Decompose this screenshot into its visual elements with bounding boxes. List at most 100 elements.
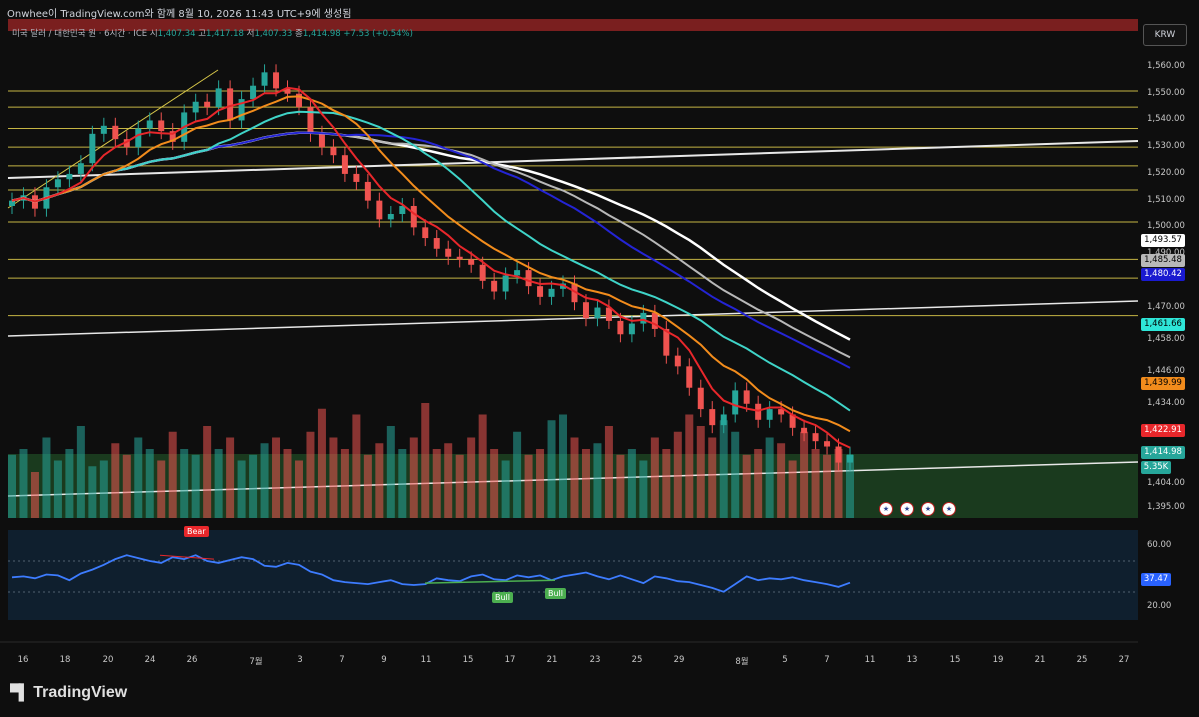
snapshot-caption: Onwhee이 TradingView.com와 함께 8월 10, 2026 … — [7, 9, 352, 20]
candle-body — [364, 181, 371, 201]
volume-bar — [237, 460, 246, 518]
price-tick: 1,510.00 — [1147, 194, 1185, 205]
candle-body — [594, 307, 601, 319]
candle-body — [674, 355, 681, 367]
candle-body — [525, 270, 532, 287]
candle-body — [720, 414, 727, 426]
time-tick: 25 — [1076, 655, 1088, 665]
volume-bar — [99, 460, 108, 518]
volume-bar — [501, 460, 510, 518]
volume-bar — [76, 426, 85, 518]
candle-body — [330, 147, 337, 156]
candle-body — [686, 366, 693, 388]
price-tick: 1,470.00 — [1147, 301, 1185, 312]
event-flag-4[interactable]: ★ — [942, 502, 956, 516]
open-value: 1,407.34 — [157, 29, 196, 39]
volume-bar — [432, 449, 441, 518]
price-tick: 1,446.00 — [1147, 365, 1185, 376]
volume-bar — [777, 443, 786, 518]
volume-bar — [811, 449, 820, 518]
rsi-tick: 60.00 — [1147, 540, 1172, 550]
symbol-name: 미국 달러 / 대한민국 원 · 6시간 · ICE — [12, 29, 148, 39]
candle-body — [112, 125, 119, 140]
candle-body — [445, 248, 452, 257]
volume-bar — [180, 449, 189, 518]
volume-bar — [317, 408, 326, 518]
candle-body — [582, 302, 589, 319]
event-flag-2[interactable]: ★ — [900, 502, 914, 516]
candle-body — [54, 179, 61, 188]
volume-bar — [283, 449, 292, 518]
candle-body — [215, 88, 222, 108]
volume-bar — [19, 449, 28, 518]
volume-bar — [823, 454, 832, 518]
volume-bar — [708, 437, 717, 518]
price-tick: 1,560.00 — [1147, 61, 1185, 71]
bear-signal-tag: Bear — [184, 526, 209, 537]
volume-bar — [627, 449, 636, 518]
candle-body — [422, 227, 429, 239]
volume-bar — [696, 426, 705, 518]
volume-bar — [673, 431, 682, 518]
candle-body — [250, 85, 257, 100]
event-flag-3[interactable]: ★ — [921, 502, 935, 516]
time-tick: 16 — [17, 655, 29, 665]
volume-bar — [214, 449, 223, 518]
volume-bar — [111, 443, 120, 518]
time-tick: 15 — [462, 655, 474, 665]
high-value: 1,417.18 — [206, 29, 244, 39]
candle-body — [801, 427, 808, 434]
volume-bar — [581, 449, 590, 518]
volume-bar — [570, 437, 579, 518]
rsi-value-label: 37.47 — [1141, 573, 1171, 586]
open-label: 시 — [149, 29, 158, 39]
price-label-pill: 1,493.57 — [1141, 234, 1185, 247]
volume-bar — [375, 443, 384, 518]
time-tick: 11 — [420, 655, 432, 665]
volume-bar — [249, 454, 258, 518]
volume-bar — [536, 449, 545, 518]
price-chart[interactable] — [0, 0, 1199, 717]
volume-bar — [662, 449, 671, 518]
volume-bar — [398, 449, 407, 518]
candle-body — [514, 270, 521, 276]
currency-button[interactable]: KRW — [1143, 24, 1187, 46]
bull-signal-tag: Bull — [492, 592, 514, 603]
volume-bar — [513, 431, 522, 518]
time-tick: 17 — [504, 655, 516, 665]
volume-bar — [8, 454, 16, 518]
candle-body — [617, 320, 624, 335]
time-tick: 7 — [339, 655, 345, 665]
candle-body — [835, 446, 842, 463]
candle-body — [341, 155, 348, 174]
volume-bar — [157, 460, 166, 518]
time-tick: 13 — [906, 655, 918, 665]
price-label-pill: 1,422.91 — [1141, 424, 1185, 437]
candle-body — [318, 133, 325, 148]
volume-bar — [145, 449, 154, 518]
price-tick: 1,520.00 — [1147, 167, 1185, 178]
brand-name: TradingView — [33, 684, 128, 701]
time-tick: 18 — [59, 655, 71, 665]
candle-body — [824, 441, 831, 447]
price-tick: 1,500.00 — [1147, 221, 1185, 232]
candle-body — [146, 120, 153, 129]
tv-logo-icon: ▀▌ — [10, 684, 29, 701]
time-tick: 25 — [631, 655, 643, 665]
candle-body — [273, 72, 280, 89]
candle-body — [548, 288, 555, 297]
volume-bar — [593, 443, 602, 518]
volume-bar — [191, 454, 200, 518]
volume-bar — [604, 426, 613, 518]
candle-body — [697, 387, 704, 410]
volume-bar — [134, 437, 143, 518]
candle-body — [100, 125, 107, 134]
volume-bar — [168, 431, 177, 518]
candle-body — [491, 280, 498, 292]
volume-bar — [616, 454, 625, 518]
time-tick: 27 — [1118, 655, 1130, 665]
event-flag-1[interactable]: ★ — [879, 502, 893, 516]
rsi-tick: 20.00 — [1147, 601, 1172, 611]
candle-body — [227, 88, 234, 121]
time-tick: 8월 — [735, 657, 749, 667]
